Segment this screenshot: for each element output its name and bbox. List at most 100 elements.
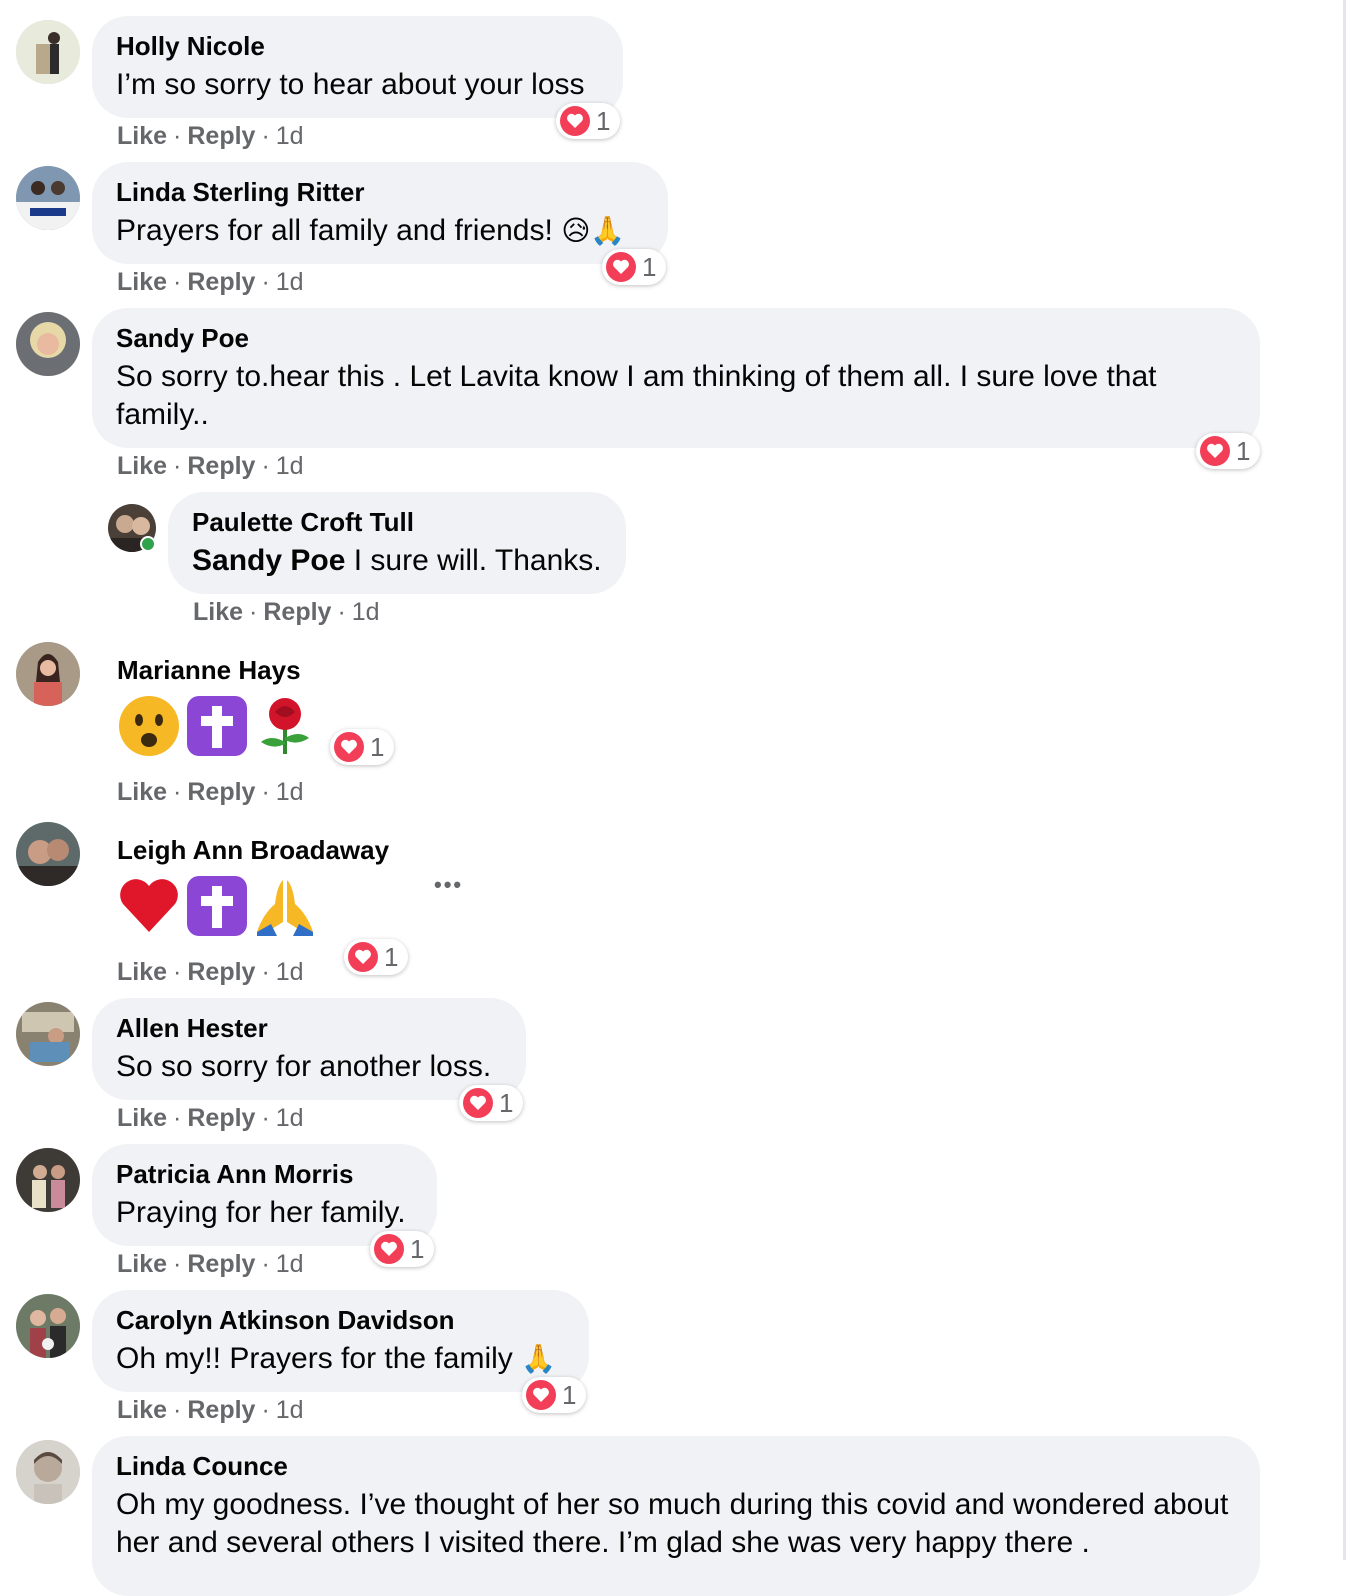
comment-actions: Like · Reply · 1d xyxy=(117,957,304,987)
reaction-count: 1 xyxy=(370,731,385,762)
emoji-row xyxy=(117,694,317,758)
latin-cross-icon xyxy=(187,696,247,756)
reaction-count: 1 xyxy=(1236,435,1251,466)
reaction-badge[interactable]: 1 xyxy=(556,103,621,139)
reply-button[interactable]: Reply xyxy=(187,958,255,986)
comment-author[interactable]: Marianne Hays xyxy=(117,654,301,686)
comment-author[interactable]: Leigh Ann Broadaway xyxy=(117,834,389,866)
reply-button[interactable]: Reply xyxy=(263,598,331,626)
timestamp-link[interactable]: 1d xyxy=(276,1104,304,1132)
reply-button[interactable]: Reply xyxy=(187,778,255,806)
comment-text-content: Oh my!! Prayers for the family xyxy=(116,1342,513,1375)
like-button[interactable]: Like xyxy=(117,778,167,806)
comment-author-name: Marianne Hays xyxy=(117,655,301,685)
separator: · xyxy=(173,1396,182,1424)
like-button[interactable]: Like xyxy=(117,122,167,150)
comment-author[interactable]: Holly Nicole xyxy=(116,30,599,62)
reaction-count: 1 xyxy=(499,1087,514,1118)
reaction-badge[interactable]: 1 xyxy=(522,1377,587,1413)
comment-actions: Like · Reply · 1d xyxy=(117,451,304,481)
comment-text: Oh my goodness. I’ve thought of her so m… xyxy=(116,1488,1229,1559)
separator: · xyxy=(337,598,346,626)
avatar[interactable] xyxy=(16,1148,80,1212)
separator: · xyxy=(173,268,182,296)
comment-text: So so sorry for another loss. xyxy=(116,1050,492,1083)
timestamp-link[interactable]: 1d xyxy=(276,1396,304,1424)
heart-icon xyxy=(526,1380,556,1410)
reply-button[interactable]: Reply xyxy=(187,1396,255,1424)
reaction-badge[interactable]: 1 xyxy=(1196,433,1261,469)
more-options-icon[interactable]: ••• xyxy=(434,872,463,898)
reply-button[interactable]: Reply xyxy=(187,452,255,480)
red-heart-icon xyxy=(120,879,178,932)
comment-author[interactable]: Patricia Ann Morris xyxy=(116,1158,413,1190)
timestamp-link[interactable]: 1d xyxy=(352,598,380,626)
comment-actions: Like · Reply · 1d xyxy=(117,267,304,297)
separator: · xyxy=(261,778,270,806)
online-status-icon xyxy=(140,536,156,552)
reply-button[interactable]: Reply xyxy=(187,1250,255,1278)
avatar[interactable] xyxy=(16,312,80,376)
reaction-count: 1 xyxy=(642,251,657,282)
comment-bubble: Paulette Croft Tull Sandy Poe I sure wil… xyxy=(168,492,626,594)
reaction-count: 1 xyxy=(596,105,611,136)
timestamp-link[interactable]: 1d xyxy=(276,1250,304,1278)
comment-actions: Like · Reply · 1d xyxy=(117,777,304,807)
separator: · xyxy=(261,122,270,150)
emoji-row xyxy=(117,874,317,938)
comment-author[interactable]: Linda Sterling Ritter xyxy=(116,176,644,208)
reply-button[interactable]: Reply xyxy=(187,1104,255,1132)
avatar[interactable] xyxy=(16,822,80,886)
timestamp-link[interactable]: 1d xyxy=(276,778,304,806)
like-button[interactable]: Like xyxy=(117,958,167,986)
comment-text: Prayers for all family and friends! 😥🙏 xyxy=(116,212,644,250)
comment-text-content: I sure will. Thanks. xyxy=(345,544,602,577)
reply-button[interactable]: Reply xyxy=(187,122,255,150)
folded-hands-emoji: 🙏 xyxy=(521,1342,556,1375)
like-button[interactable]: Like xyxy=(117,452,167,480)
separator: · xyxy=(261,452,270,480)
avatar[interactable] xyxy=(16,642,80,706)
comment-actions: Like · Reply · 1d xyxy=(117,1103,304,1133)
comment-author[interactable]: Paulette Croft Tull xyxy=(192,506,602,538)
comment-text: Sandy Poe I sure will. Thanks. xyxy=(192,542,602,580)
comment-author[interactable]: Carolyn Atkinson Davidson xyxy=(116,1304,565,1336)
separator: · xyxy=(249,598,258,626)
reaction-badge[interactable]: 1 xyxy=(602,249,667,285)
reaction-count: 1 xyxy=(384,941,399,972)
comment-author[interactable]: Allen Hester xyxy=(116,1012,502,1044)
like-button[interactable]: Like xyxy=(117,1396,167,1424)
reaction-count: 1 xyxy=(410,1233,425,1264)
heart-icon xyxy=(560,106,590,136)
comment-author[interactable]: Sandy Poe xyxy=(116,322,1236,354)
reaction-badge[interactable]: 1 xyxy=(344,939,409,975)
heart-icon xyxy=(348,942,378,972)
reaction-badge[interactable]: 1 xyxy=(459,1085,524,1121)
avatar[interactable] xyxy=(16,1002,80,1066)
reaction-count: 1 xyxy=(562,1379,577,1410)
separator: · xyxy=(261,958,270,986)
timestamp-link[interactable]: 1d xyxy=(276,122,304,150)
rose-icon xyxy=(261,698,309,754)
timestamp-link[interactable]: 1d xyxy=(276,958,304,986)
comment-text: Praying for her family. xyxy=(116,1196,406,1229)
timestamp-link[interactable]: 1d xyxy=(276,268,304,296)
separator: · xyxy=(173,452,182,480)
comment-bubble: Holly Nicole I’m so sorry to hear about … xyxy=(92,16,623,118)
avatar[interactable] xyxy=(16,20,80,84)
like-button[interactable]: Like xyxy=(117,268,167,296)
reaction-badge[interactable]: 1 xyxy=(330,729,395,765)
like-button[interactable]: Like xyxy=(117,1250,167,1278)
comment-author[interactable]: Linda Counce xyxy=(116,1450,1236,1482)
mention-link[interactable]: Sandy Poe xyxy=(192,544,345,577)
reaction-badge[interactable]: 1 xyxy=(370,1231,435,1267)
timestamp-link[interactable]: 1d xyxy=(276,452,304,480)
comment-author-name: Leigh Ann Broadaway xyxy=(117,835,390,865)
reply-button[interactable]: Reply xyxy=(187,268,255,296)
avatar[interactable] xyxy=(16,1294,80,1358)
avatar[interactable] xyxy=(16,166,80,230)
like-button[interactable]: Like xyxy=(117,1104,167,1132)
avatar[interactable] xyxy=(16,1440,80,1504)
like-button[interactable]: Like xyxy=(193,598,243,626)
separator: · xyxy=(173,122,182,150)
